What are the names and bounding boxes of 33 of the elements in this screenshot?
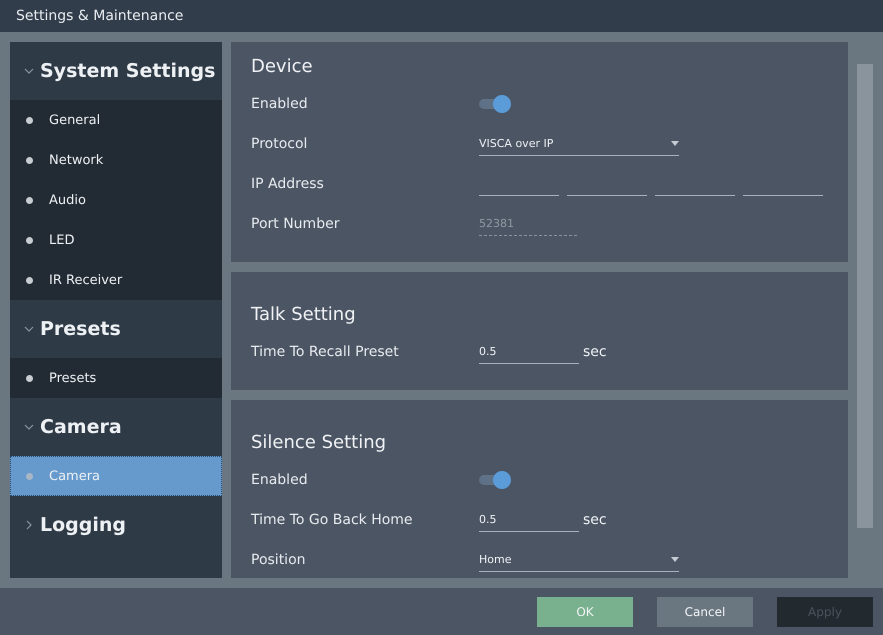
sidebar-item[interactable]: LED	[10, 220, 222, 260]
sidebar-item[interactable]: Network	[10, 140, 222, 180]
chevron-icon	[24, 422, 34, 432]
dropdown[interactable]: VISCA over IP	[479, 132, 679, 156]
field-label: Enabled	[251, 472, 309, 488]
chevron-icon	[24, 324, 34, 334]
sidebar-item[interactable]: General	[10, 100, 222, 140]
chevron-icon	[24, 520, 34, 530]
field-label: Port Number	[251, 216, 340, 232]
section-title: Device	[251, 54, 314, 78]
toggle-switch[interactable]	[479, 470, 511, 490]
field-label: Time To Go Back Home	[251, 512, 414, 528]
dropdown[interactable]: Home	[479, 548, 679, 572]
input-field[interactable]: 0.5	[479, 340, 579, 364]
field-label: Protocol	[251, 136, 308, 152]
input-field[interactable]: 0.5	[479, 508, 579, 532]
unit-label: sec	[583, 512, 607, 528]
sidebar-item[interactable]: Presets	[10, 358, 222, 398]
field-label: Position	[251, 552, 307, 568]
chevron-icon	[24, 66, 34, 76]
unit-label: sec	[583, 344, 607, 360]
sidebar-item[interactable]: IR Receiver	[10, 260, 222, 300]
window-title: Settings & Maintenance	[16, 8, 184, 24]
field-label: Time To Recall Preset	[251, 344, 400, 360]
toggle-switch[interactable]	[479, 94, 511, 114]
section-title: Silence Setting	[251, 430, 388, 454]
sidebar-item[interactable]: Audio	[10, 180, 222, 220]
caret-icon	[671, 557, 679, 562]
dialog-button[interactable]: Cancel	[657, 596, 753, 626]
section-title: Talk Setting	[251, 302, 357, 326]
field-label: IP Address	[251, 176, 325, 192]
caret-icon	[671, 141, 679, 146]
field-label: Enabled	[251, 96, 309, 112]
